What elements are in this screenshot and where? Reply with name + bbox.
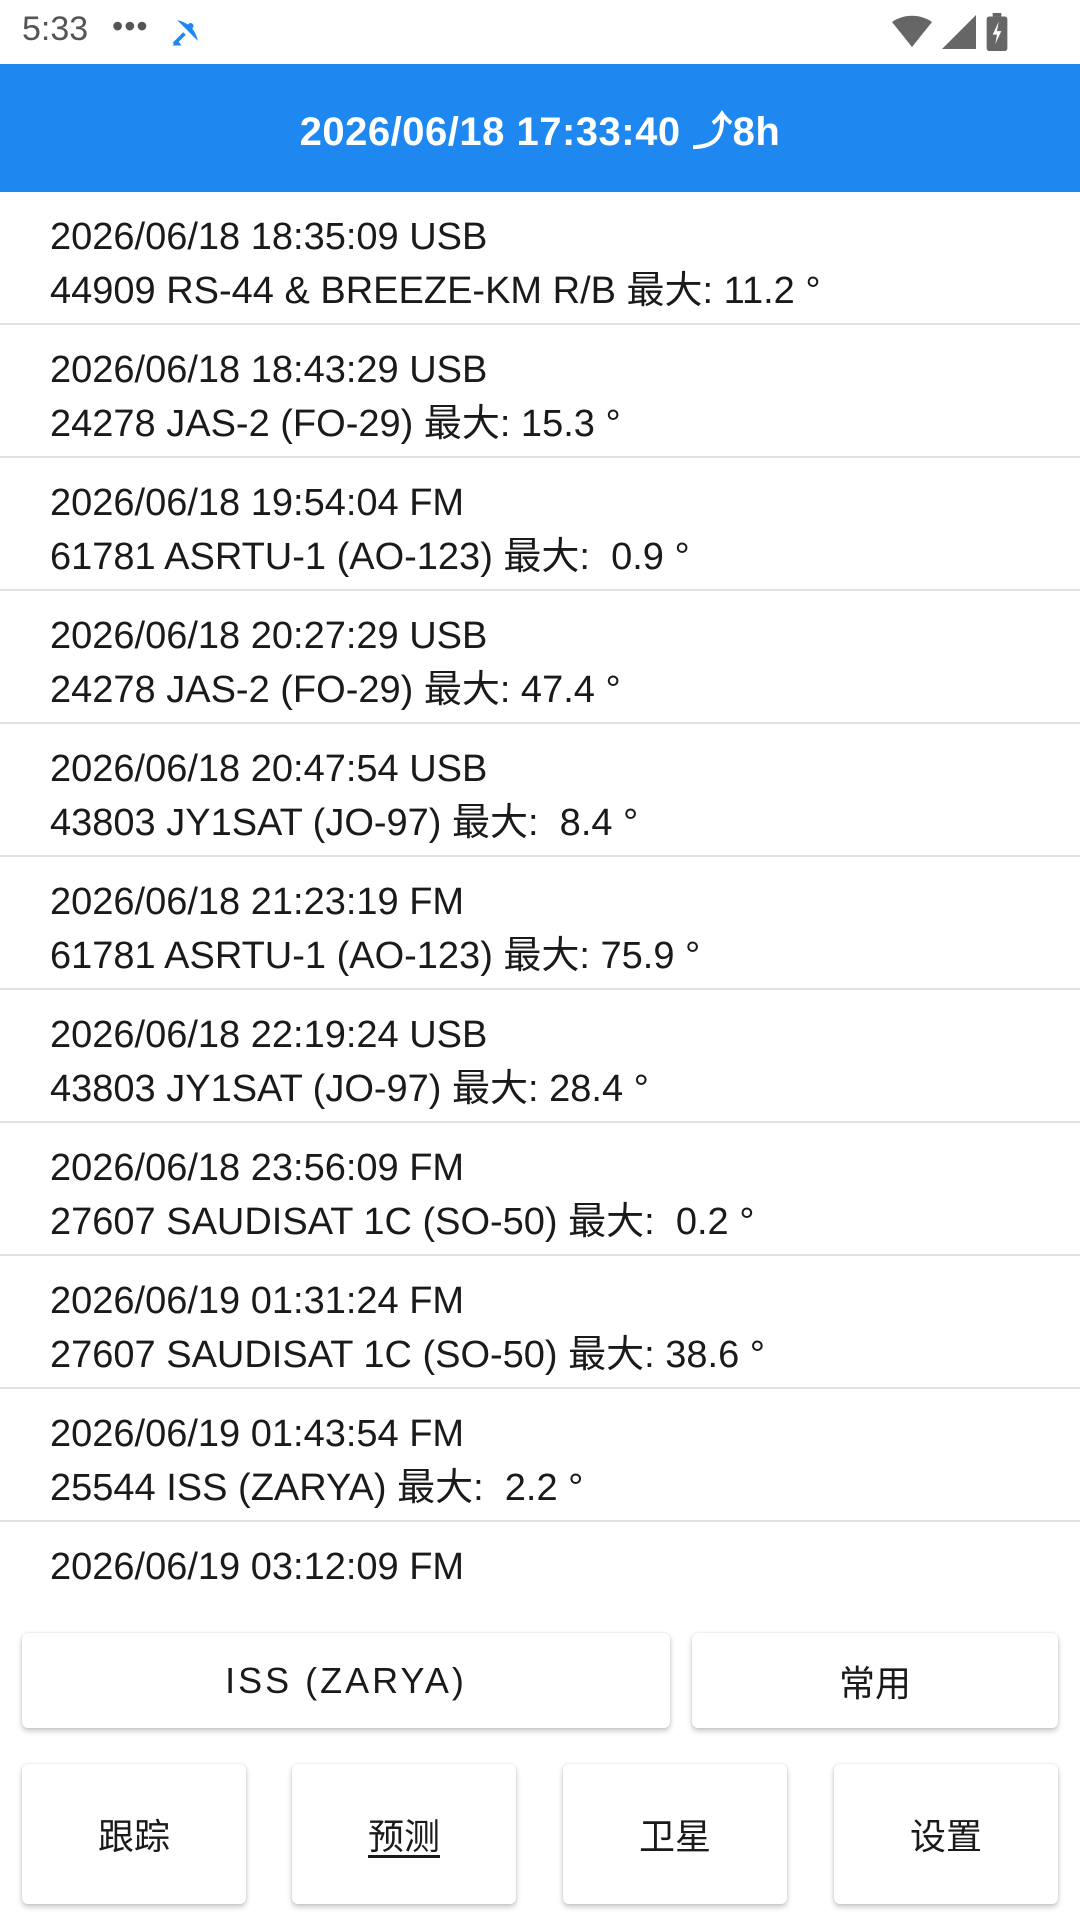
list-item[interactable]: 2026/06/18 18:35:09 USB 44909 RS-44 & BR… <box>0 192 1080 325</box>
status-icons <box>892 12 1008 52</box>
list-item[interactable]: 2026/06/18 23:56:09 FM 27607 SAUDISAT 1C… <box>0 1123 1080 1256</box>
pass-satellite-elevation: 27607 SAUDISAT 1C (SO-50) 最大: 0.2 ° <box>50 1201 755 1243</box>
nav-predict-button[interactable]: 预测 <box>292 1764 516 1904</box>
cell-signal-icon <box>942 15 976 49</box>
pass-time-mode: 2026/06/18 18:35:09 USB <box>50 216 488 258</box>
status-time: 5:33 <box>22 10 89 48</box>
list-item[interactable]: 2026/06/18 20:47:54 USB 43803 JY1SAT (JO… <box>0 724 1080 857</box>
pass-time-mode: 2026/06/19 01:31:24 FM <box>50 1280 465 1322</box>
nav-track-label: 跟踪 <box>97 1816 170 1857</box>
pass-time-mode: 2026/06/18 20:47:54 USB <box>50 748 488 790</box>
list-item[interactable]: 2026/06/18 21:23:19 FM 61781 ASRTU-1 (AO… <box>0 857 1080 990</box>
battery-icon <box>986 13 1008 51</box>
nav-settings-button[interactable]: 设置 <box>834 1764 1058 1904</box>
notification-dots-icon: ••• <box>112 8 149 44</box>
pass-satellite-elevation: 43803 JY1SAT (JO-97) 最大: 8.4 ° <box>50 802 639 844</box>
list-item[interactable]: 2026/06/19 03:12:09 FM <box>0 1522 1080 1602</box>
pass-time-mode: 2026/06/18 23:56:09 FM <box>50 1147 465 1189</box>
header-datetime: 2026/06/18 17:33:40 ⤴8h <box>299 110 781 154</box>
list-item[interactable]: 2026/06/18 22:19:24 USB 43803 JY1SAT (JO… <box>0 990 1080 1123</box>
pass-time-mode: 2026/06/18 19:54:04 FM <box>50 482 465 524</box>
pass-time-mode: 2026/06/18 21:23:19 FM <box>50 881 465 923</box>
pass-satellite-elevation: 24278 JAS-2 (FO-29) 最大: 15.3 ° <box>50 403 621 445</box>
satellite-select-button[interactable]: ISS (ZARYA) <box>22 1633 670 1728</box>
pass-time-mode: 2026/06/18 22:19:24 USB <box>50 1014 488 1056</box>
nav-track-button[interactable]: 跟踪 <box>22 1764 246 1904</box>
nav-satellite-button[interactable]: 卫星 <box>563 1764 787 1904</box>
pass-time-mode: 2026/06/19 01:43:54 FM <box>50 1413 465 1455</box>
pass-satellite-elevation: 27607 SAUDISAT 1C (SO-50) 最大: 38.6 ° <box>50 1334 765 1376</box>
list-item[interactable]: 2026/06/19 01:31:24 FM 27607 SAUDISAT 1C… <box>0 1256 1080 1389</box>
satellite-dish-icon <box>172 20 198 46</box>
pass-satellite-elevation: 44909 RS-44 & BREEZE-KM R/B 最大: 11.2 ° <box>50 270 821 312</box>
list-item[interactable]: 2026/06/19 01:43:54 FM 25544 ISS (ZARYA)… <box>0 1389 1080 1522</box>
header-bar: 2026/06/18 17:33:40 ⤴8h <box>0 64 1080 192</box>
pass-satellite-elevation: 25544 ISS (ZARYA) 最大: 2.2 ° <box>50 1467 584 1509</box>
pass-satellite-elevation: 61781 ASRTU-1 (AO-123) 最大: 75.9 ° <box>50 935 701 977</box>
wifi-icon <box>892 15 932 47</box>
pass-list[interactable]: 2026/06/18 18:35:09 USB 44909 RS-44 & BR… <box>0 192 1080 1602</box>
nav-predict-label: 预测 <box>367 1816 440 1857</box>
list-item[interactable]: 2026/06/18 20:27:29 USB 24278 JAS-2 (FO-… <box>0 591 1080 724</box>
common-button-label: 常用 <box>838 1662 911 1704</box>
pass-time-mode: 2026/06/18 20:27:29 USB <box>50 615 488 657</box>
pass-satellite-elevation: 61781 ASRTU-1 (AO-123) 最大: 0.9 ° <box>50 536 690 578</box>
list-item[interactable]: 2026/06/18 19:54:04 FM 61781 ASRTU-1 (AO… <box>0 458 1080 591</box>
list-item[interactable]: 2026/06/18 18:43:29 USB 24278 JAS-2 (FO-… <box>0 325 1080 458</box>
pass-time-mode: 2026/06/19 03:12:09 FM <box>50 1546 465 1588</box>
pass-time-mode: 2026/06/18 18:43:29 USB <box>50 349 488 391</box>
pass-satellite-elevation: 24278 JAS-2 (FO-29) 最大: 47.4 ° <box>50 669 621 711</box>
pass-satellite-elevation: 43803 JY1SAT (JO-97) 最大: 28.4 ° <box>50 1068 649 1110</box>
nav-settings-label: 设置 <box>909 1816 982 1857</box>
satellite-select-label: ISS (ZARYA) <box>225 1659 467 1701</box>
common-button[interactable]: 常用 <box>692 1633 1058 1728</box>
nav-satellite-label: 卫星 <box>638 1816 711 1857</box>
status-bar: 5:33 ••• <box>0 0 1080 64</box>
